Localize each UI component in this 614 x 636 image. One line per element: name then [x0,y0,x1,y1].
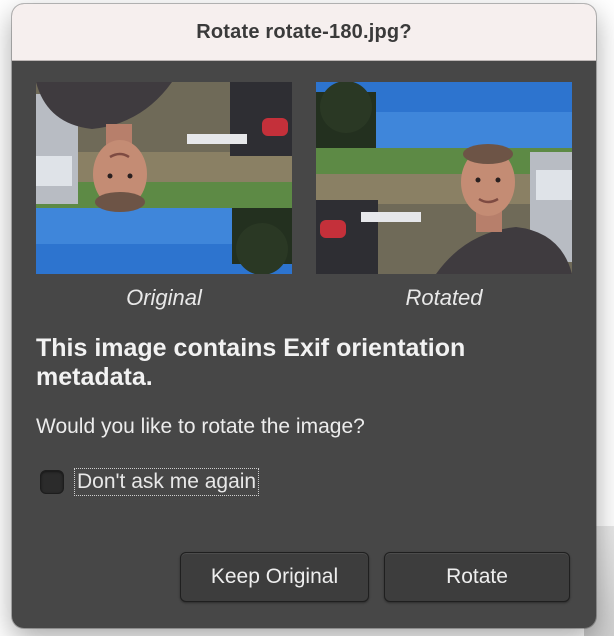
dont-ask-again-row[interactable]: Don't ask me again [40,468,260,496]
dialog-titlebar: Rotate rotate-180.jpg? [12,4,596,61]
dialog-title: Rotate rotate-180.jpg? [196,20,412,43]
dialog-heading: This image contains Exif orientation met… [36,334,466,391]
original-caption: Original [126,285,202,310]
dont-ask-again-label[interactable]: Don't ask me again [74,468,260,496]
rotated-caption: Rotated [405,285,483,310]
rotate-button[interactable]: Rotate [384,552,570,602]
keep-original-button[interactable]: Keep Original [180,552,369,602]
original-image [36,82,292,274]
dont-ask-again-checkbox[interactable] [40,470,64,494]
dialog-question: Would you like to rotate the image? [36,415,365,438]
rotated-image [316,82,572,274]
rotate-dialog: Rotate rotate-180.jpg? Original Rotated … [12,4,596,628]
